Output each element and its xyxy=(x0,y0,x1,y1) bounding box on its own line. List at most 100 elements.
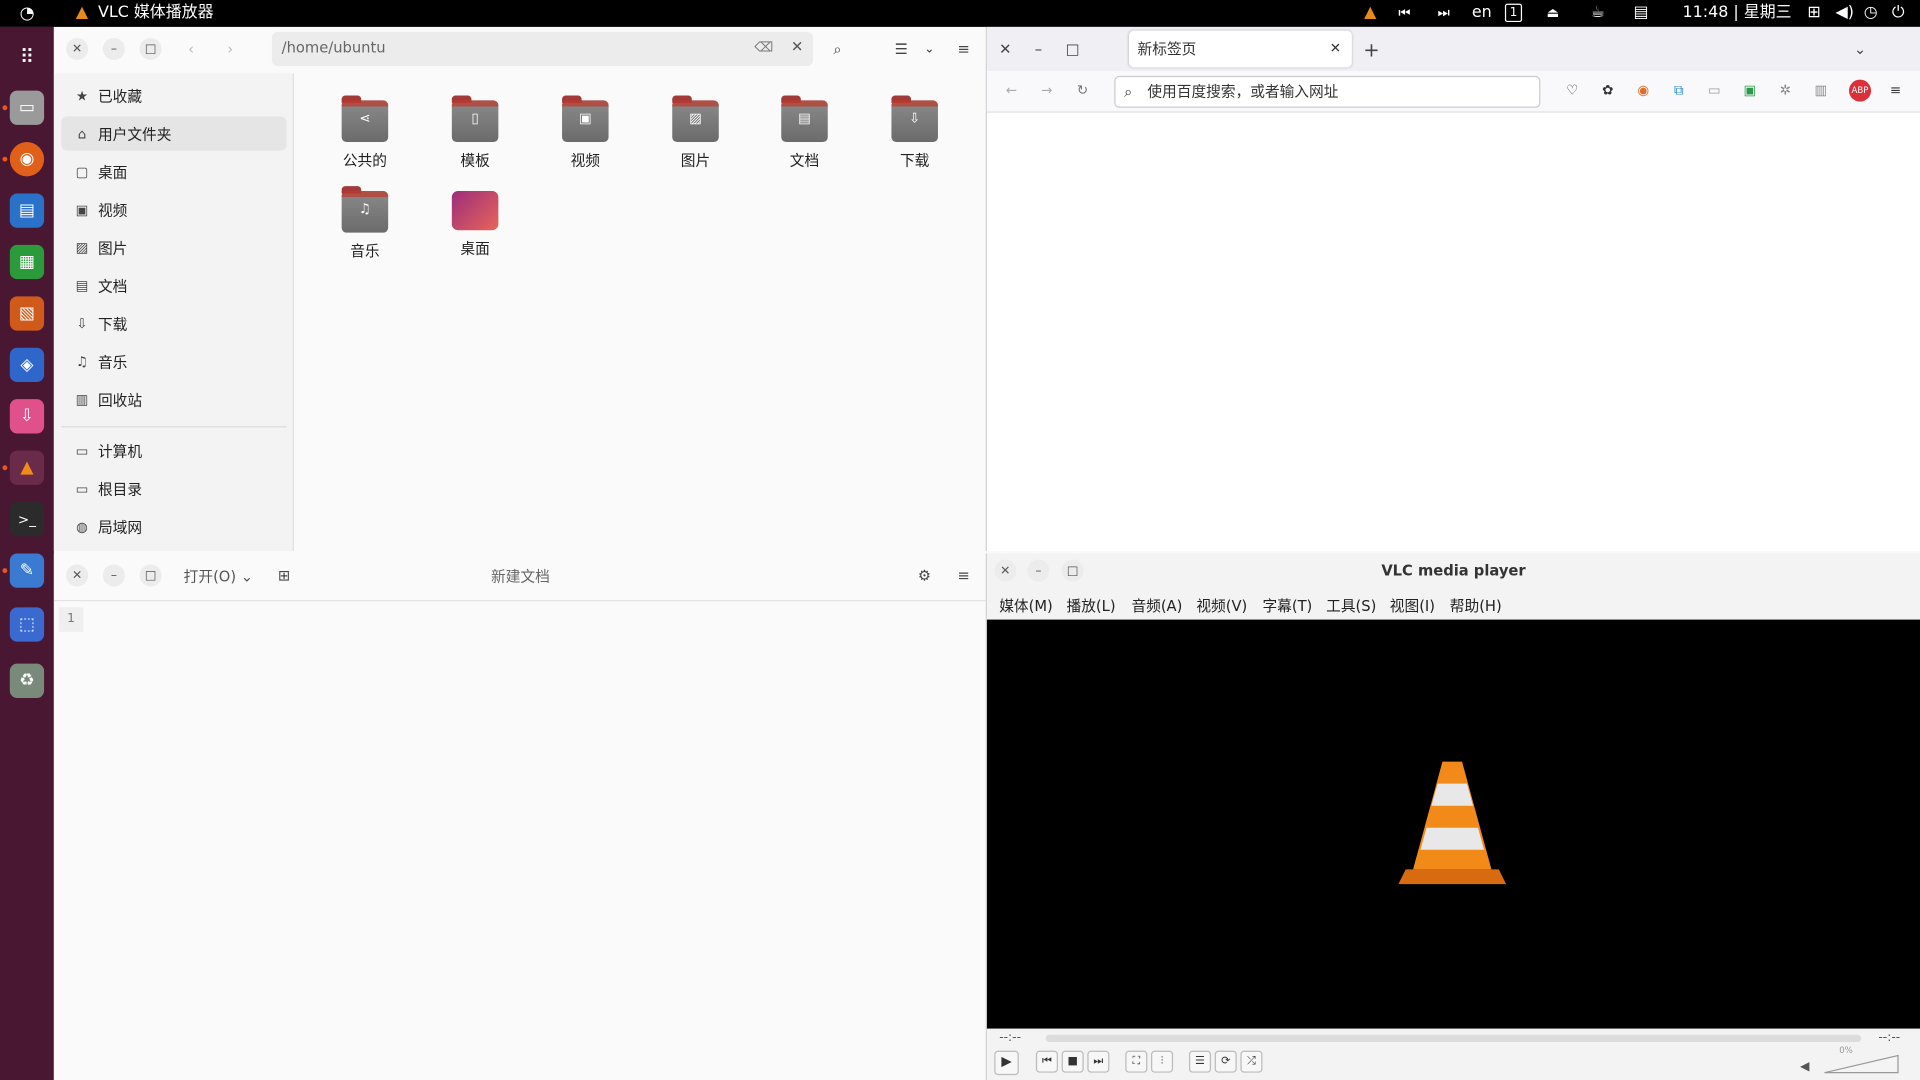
adblock-icon[interactable]: ABP xyxy=(1848,79,1872,102)
menu-icon[interactable]: ≡ xyxy=(951,563,975,587)
clear-text-icon[interactable]: ⌫ xyxy=(754,39,773,55)
sidebar-item-home[interactable]: ⌂ 用户文件夹 xyxy=(61,116,287,151)
power-clock-icon[interactable]: ◷ xyxy=(1864,0,1878,27)
files-icon[interactable]: ▭ xyxy=(9,90,45,125)
sidebar-item-documents[interactable]: ▤ 文档 xyxy=(61,268,286,302)
screenshot-icon[interactable]: ⬚ xyxy=(9,607,45,642)
volume-slider[interactable] xyxy=(1822,1048,1900,1075)
vlc-icon[interactable]: ▲ xyxy=(9,450,45,485)
folder-videos[interactable]: ▣ 视频 xyxy=(542,95,628,170)
software-icon[interactable]: ◈ xyxy=(9,347,45,383)
reader-icon[interactable]: ▭ xyxy=(1705,81,1725,101)
tab-new-tab[interactable]: 新标签页 ✕ xyxy=(1128,30,1352,68)
close-tab-icon[interactable]: ✕ xyxy=(1330,31,1341,68)
list-tabs-icon[interactable]: ⌄ xyxy=(1848,37,1872,61)
keyboard-language[interactable]: en xyxy=(1472,0,1492,27)
minimize-icon[interactable]: – xyxy=(1026,37,1050,61)
menu-playback[interactable]: 播放(L) xyxy=(1067,595,1116,616)
writer-icon[interactable]: ▤ xyxy=(9,193,45,228)
previous-icon[interactable]: ⏮ xyxy=(1035,1050,1058,1073)
volume-icon[interactable]: ◀) xyxy=(1836,0,1854,27)
menu-icon[interactable]: ≡ xyxy=(951,37,975,61)
folder-desktop[interactable]: 桌面 xyxy=(432,191,518,258)
folder-music[interactable]: ♫ 音乐 xyxy=(322,186,408,261)
previous-track-icon[interactable]: ⏮ xyxy=(1398,0,1410,27)
library-icon[interactable]: ▥ xyxy=(1811,81,1831,101)
folder-documents[interactable]: ▤ 文档 xyxy=(762,95,848,170)
folder-downloads[interactable]: ⇩ 下载 xyxy=(872,95,958,170)
chevron-down-icon[interactable]: ⌄ xyxy=(917,37,941,61)
menu-media[interactable]: 媒体(M) xyxy=(999,595,1053,616)
fullscreen-icon[interactable]: ⛶ xyxy=(1125,1050,1148,1073)
search-icon[interactable]: ⌕ xyxy=(825,37,849,61)
trash-icon[interactable]: ♻ xyxy=(9,663,45,698)
forward-icon[interactable]: › xyxy=(218,37,242,61)
back-icon[interactable]: ← xyxy=(1002,81,1022,101)
sidebar-item-starred[interactable]: ★ 已收藏 xyxy=(61,78,286,112)
menu-help[interactable]: 帮助(H) xyxy=(1450,595,1502,616)
firefox-icon[interactable]: ◉ xyxy=(9,142,45,177)
settings-icon[interactable]: ⚙ xyxy=(912,563,936,587)
installer-icon[interactable]: ⇩ xyxy=(9,399,45,434)
menu-view[interactable]: 视图(I) xyxy=(1390,595,1435,616)
sidebar-item-network[interactable]: ◍ 局域网 xyxy=(61,509,286,543)
activities-icon[interactable]: ◔ xyxy=(20,0,35,27)
network-icon[interactable]: ⊞ xyxy=(1807,0,1820,27)
sidebar-item-pictures[interactable]: ▨ 图片 xyxy=(61,230,286,264)
url-bar[interactable]: ⌕ 使用百度搜索，或者输入网址 xyxy=(1114,75,1541,108)
show-apps-icon[interactable]: ⠿ xyxy=(10,39,44,73)
clipboard-icon[interactable]: ▤ xyxy=(1633,0,1648,27)
forward-icon[interactable]: → xyxy=(1037,81,1057,101)
sidebar-item-trash[interactable]: ▥ 回收站 xyxy=(61,382,286,416)
folder-templates[interactable]: ▯ 模板 xyxy=(432,95,518,170)
folder-public[interactable]: ⋖ 公共的 xyxy=(322,95,408,170)
new-tab-icon[interactable]: + xyxy=(1359,37,1383,61)
sidebar-item-root[interactable]: ▭ 根目录 xyxy=(61,471,286,505)
coffee-icon[interactable]: ☕ xyxy=(1591,0,1605,27)
power-icon[interactable]: ⏻ xyxy=(1892,0,1905,27)
next-track-icon[interactable]: ⏭ xyxy=(1438,0,1450,27)
sidebar-item-videos[interactable]: ▣ 视频 xyxy=(61,192,286,226)
clock[interactable]: 11:48 | 星期三 xyxy=(1682,0,1791,27)
extension-icon[interactable]: ◉ xyxy=(1633,81,1653,101)
menu-icon[interactable]: ≡ xyxy=(1886,81,1906,101)
sidebar-item-computer[interactable]: ▭ 计算机 xyxy=(61,433,286,467)
impress-icon[interactable]: ▧ xyxy=(9,296,45,331)
mute-icon[interactable]: ◀ xyxy=(1800,1060,1809,1073)
extension-icon[interactable]: ✲ xyxy=(1776,81,1796,101)
reload-icon[interactable]: ↻ xyxy=(1073,81,1093,101)
video-area[interactable] xyxy=(986,619,1920,1029)
translate-icon[interactable]: ⧉ xyxy=(1669,81,1689,101)
equalizer-icon[interactable]: ⫶ xyxy=(1151,1050,1174,1073)
list-view-icon[interactable]: ☰ xyxy=(889,37,913,61)
calc-icon[interactable]: ▦ xyxy=(9,244,45,280)
menu-subtitle[interactable]: 字幕(T) xyxy=(1262,595,1312,616)
workspace-indicator[interactable]: 1 xyxy=(1504,3,1523,23)
menu-tools[interactable]: 工具(S) xyxy=(1326,595,1376,616)
seek-bar[interactable] xyxy=(1045,1034,1862,1043)
close-location-icon[interactable]: ✕ xyxy=(791,38,803,55)
sidebar-item-desktop[interactable]: ▢ 桌面 xyxy=(61,154,286,188)
upload-icon[interactable]: ⏏ xyxy=(1547,0,1560,27)
sidebar-item-downloads[interactable]: ⇩ 下载 xyxy=(61,306,286,340)
active-app-title[interactable]: VLC 媒体播放器 xyxy=(98,0,214,27)
menu-audio[interactable]: 音频(A) xyxy=(1131,595,1182,616)
location-bar[interactable]: /home/ubuntu ⌫ ✕ xyxy=(271,31,814,67)
play-icon[interactable]: ▶ xyxy=(994,1050,1019,1076)
sidebar-item-music[interactable]: ♫ 音乐 xyxy=(61,344,286,378)
vlc-tray-icon[interactable]: ▲ xyxy=(1364,0,1376,27)
stop-icon[interactable]: ■ xyxy=(1061,1050,1084,1073)
close-icon[interactable]: ✕ xyxy=(66,37,89,61)
next-icon[interactable]: ⏭ xyxy=(1087,1050,1110,1073)
menu-video[interactable]: 视频(V) xyxy=(1196,595,1247,616)
maximize-icon[interactable]: □ xyxy=(139,37,162,61)
text-editor-icon[interactable]: ✎ xyxy=(9,553,45,588)
close-icon[interactable]: ✕ xyxy=(993,37,1017,61)
extension-icon[interactable]: ▣ xyxy=(1740,81,1760,101)
pocket-icon[interactable]: ♡ xyxy=(1562,81,1582,101)
folder-pictures[interactable]: ▨ 图片 xyxy=(653,95,739,170)
text-area[interactable] xyxy=(88,602,986,1080)
minimize-icon[interactable]: – xyxy=(102,37,125,61)
location-path[interactable]: /home/ubuntu xyxy=(282,39,386,56)
maximize-icon[interactable]: □ xyxy=(1060,37,1084,61)
